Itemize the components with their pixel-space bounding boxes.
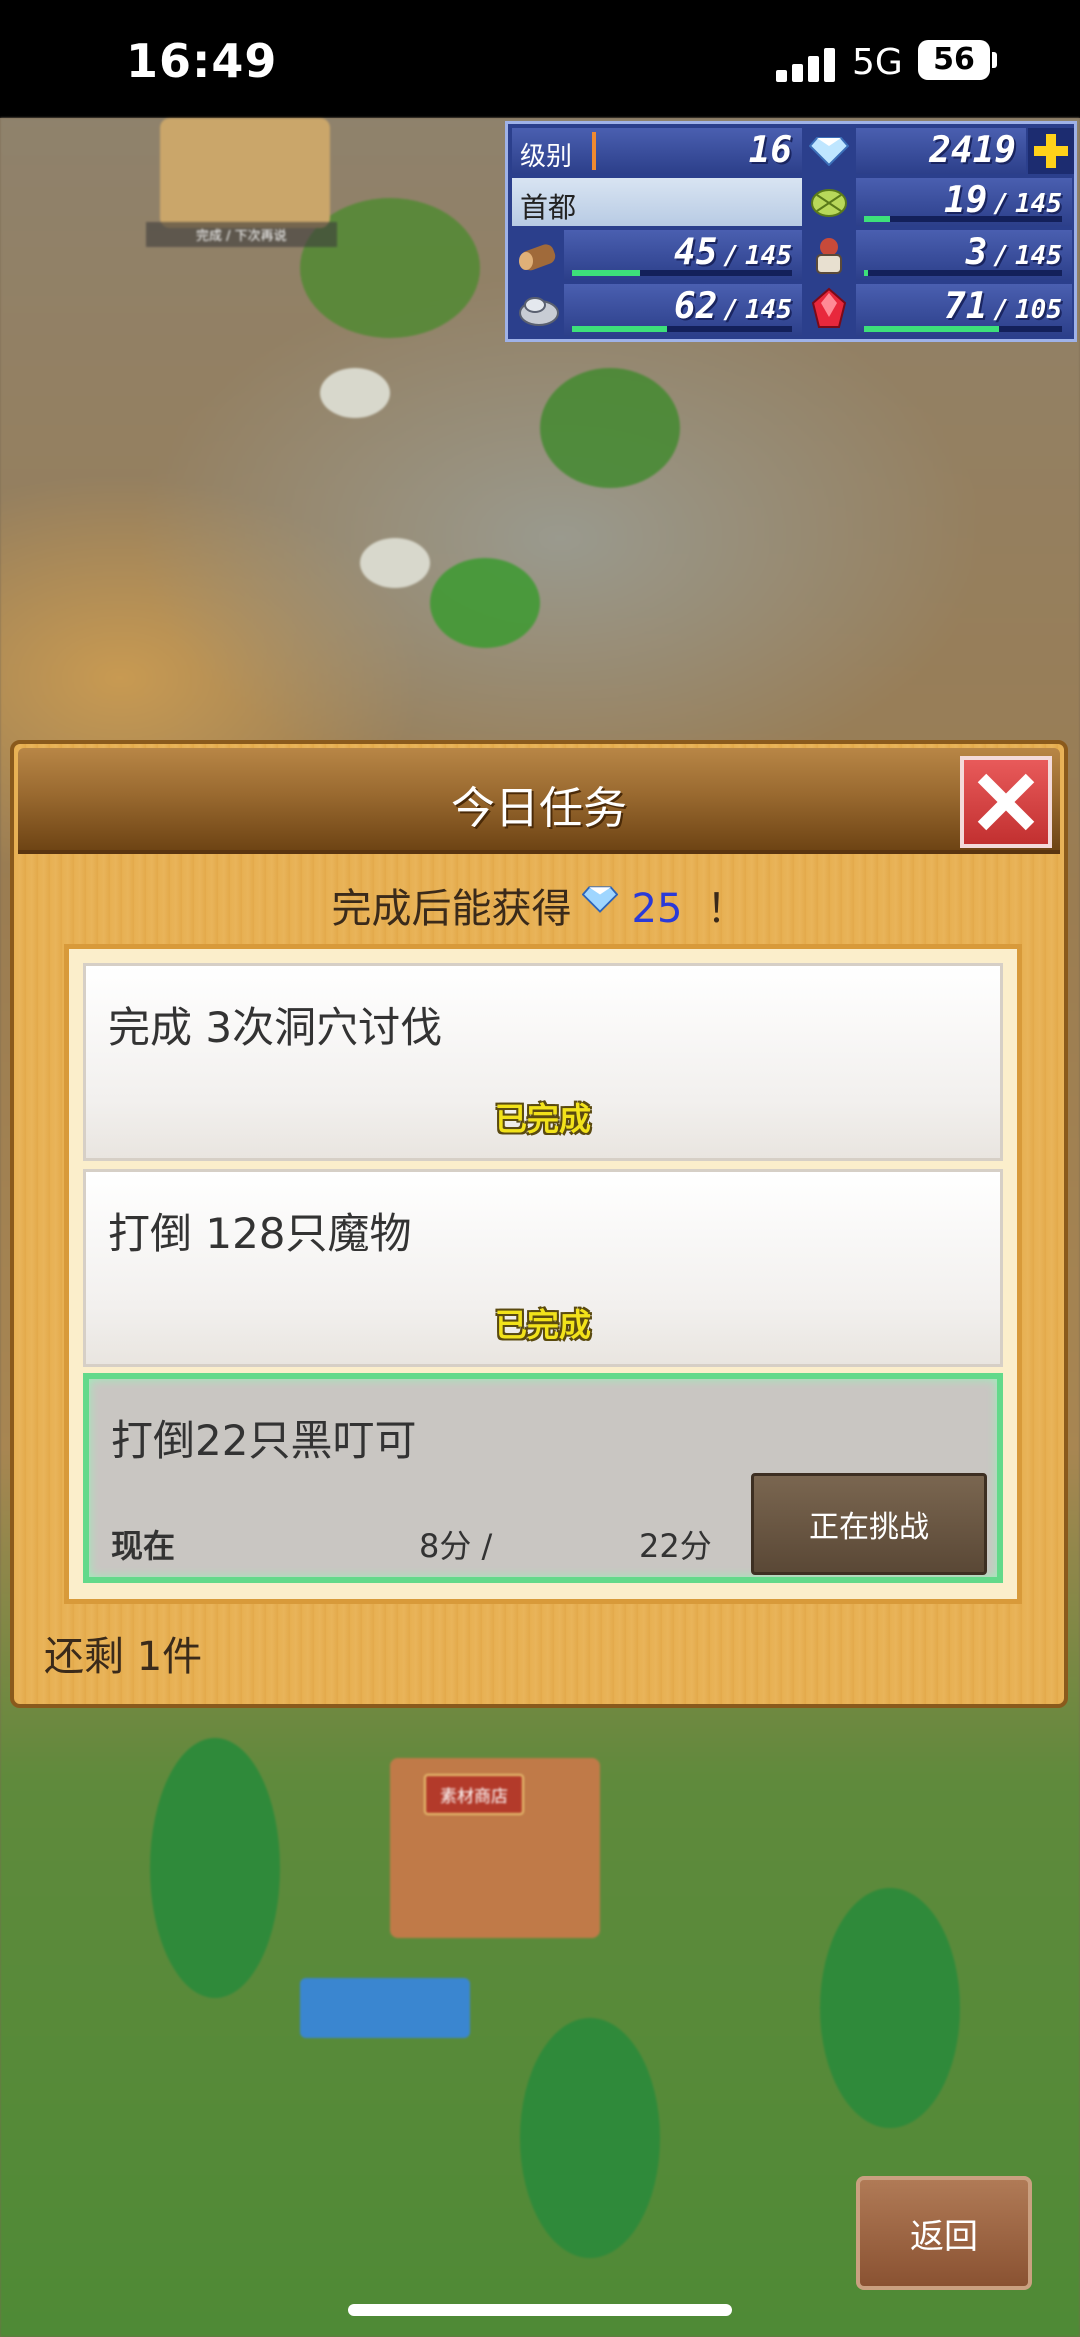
level-label: 级别 (520, 142, 573, 172)
map-hint-label: 完成 / 下次再说 (146, 222, 337, 247)
rock (360, 538, 430, 588)
back-button[interactable]: 返回 (856, 2176, 1032, 2290)
wood-log-icon (516, 232, 562, 278)
mission-status: 已完成 (494, 1306, 591, 1344)
mission-text: 打倒 128只魔物 (108, 1209, 412, 1258)
ruby-icon (806, 286, 852, 332)
stone-value: 62/145 (674, 286, 792, 327)
mission-list: 完成 3次洞穴讨伐 已完成 打倒 128只魔物 已完成 打倒22只黑叮可 现在 … (64, 944, 1022, 1604)
wood-value: 45/145 (674, 232, 792, 273)
daily-mission-dialog: 今日任务 完成后能获得 25 ！ 完成 3次洞穴讨伐 已完成 打倒 128只魔物 已… (10, 740, 1068, 1708)
signal-icon (776, 46, 838, 82)
wood-panel: 45/145 (564, 230, 802, 280)
battery-icon: 56 (918, 40, 990, 80)
wheat-icon (806, 180, 852, 226)
reward-amount: 25 (631, 886, 683, 932)
building (160, 118, 330, 228)
dialog-title: 今日任务 (451, 783, 627, 834)
gem-panel: 2419 (856, 128, 1026, 174)
progress-label: 现在 (111, 1527, 176, 1565)
tree (150, 1738, 280, 1998)
ore-value: 71/105 (944, 286, 1062, 327)
mission-text: 完成 3次洞穴讨伐 (108, 1003, 443, 1052)
mission-status: 已完成 (494, 1100, 591, 1138)
ore-panel: 71/105 (856, 284, 1072, 336)
population-panel: 3/145 (856, 230, 1072, 280)
rock (320, 368, 390, 418)
network-type: 5G (852, 42, 903, 83)
ore-bar (864, 326, 1062, 332)
food-bar (864, 216, 1062, 222)
remaining-count: 还剩 1件 (44, 1634, 203, 1680)
location-name: 首都 (520, 191, 577, 224)
villager-icon (806, 232, 852, 278)
level-panel: 级别 16 (512, 128, 802, 174)
tree (820, 1888, 960, 2128)
reward-suffix: ！ (706, 886, 747, 932)
challenge-button[interactable]: 正在挑战 (751, 1473, 987, 1575)
stone-bar (572, 326, 792, 332)
status-bar: 16:49 5G 56 (0, 0, 1080, 118)
stone-panel: 62/145 (564, 284, 802, 336)
status-time: 16:49 (126, 34, 278, 88)
close-icon (977, 773, 1035, 831)
diamond-icon (581, 878, 618, 913)
gem-count: 2419 (929, 130, 1016, 171)
mission-text: 打倒22只黑叮可 (111, 1416, 417, 1465)
diamond-icon (806, 128, 852, 174)
level-divider (592, 132, 596, 170)
mission-item: 打倒 128只魔物 已完成 (83, 1169, 1003, 1367)
level-value: 16 (748, 130, 792, 171)
home-indicator[interactable] (348, 2304, 732, 2316)
food-panel: 19/145 (856, 178, 1072, 226)
mission-item: 完成 3次洞穴讨伐 已完成 (83, 963, 1003, 1161)
tree-cluster (540, 368, 680, 488)
close-button[interactable] (960, 756, 1052, 848)
tree (520, 2018, 660, 2258)
river (300, 1978, 470, 2038)
tree-cluster (430, 558, 540, 648)
location-panel: 首都 (512, 178, 802, 226)
reward-prefix: 完成后能获得 (331, 886, 572, 932)
wood-bar (572, 270, 792, 276)
shop-label[interactable]: 素材商店 (424, 1774, 524, 1815)
resource-hud: 级别 16 2419 首都 19/145 45/145 3/145 62/145… (505, 121, 1077, 342)
plus-icon[interactable] (1028, 128, 1074, 174)
progress-target: 22分 (639, 1527, 712, 1565)
mission-item-active: 打倒22只黑叮可 现在 8分 / 22分 正在挑战 (83, 1373, 1003, 1583)
food-value: 19/145 (944, 180, 1062, 221)
progress-current: 8分 / (419, 1527, 493, 1565)
stone-icon (516, 286, 562, 332)
reward-line: 完成后能获得 25 ！ (14, 876, 1064, 934)
battery-tip (992, 52, 997, 68)
population-value: 3/145 (965, 232, 1062, 273)
population-bar (864, 270, 1062, 276)
dialog-header: 今日任务 (18, 748, 1060, 854)
